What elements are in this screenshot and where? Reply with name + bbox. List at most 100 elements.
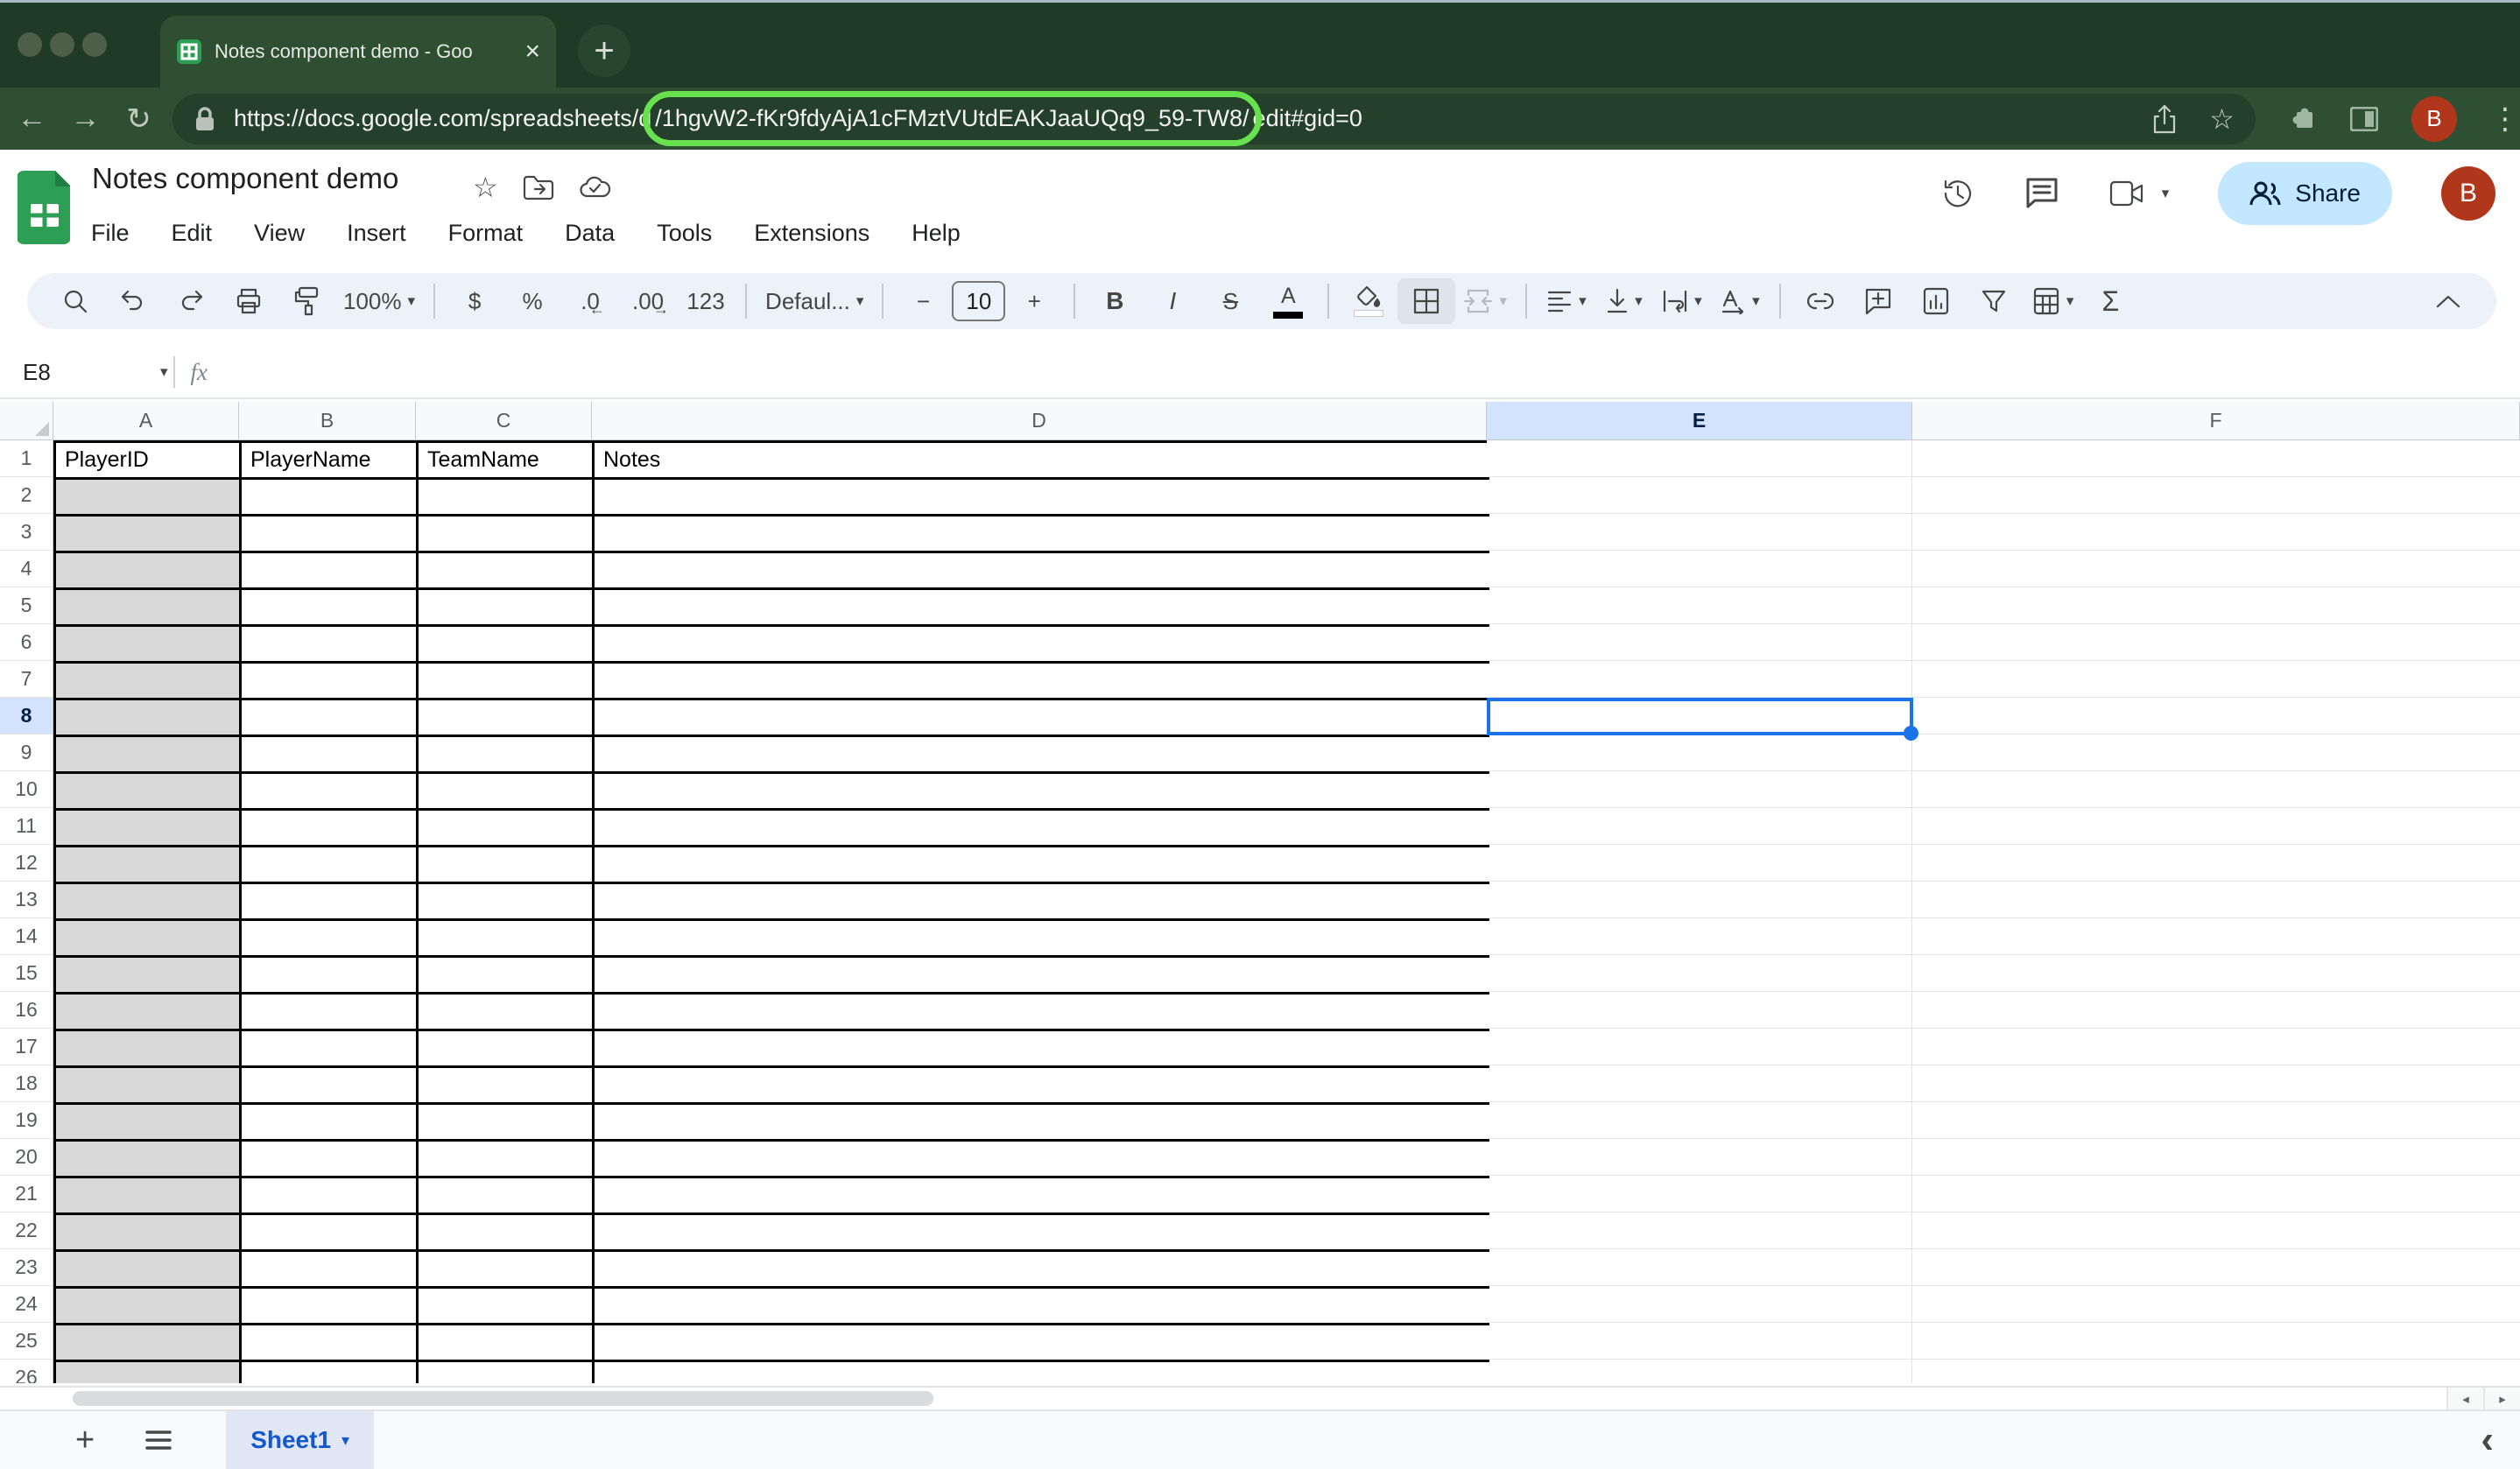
horizontal-scrollbar[interactable]: ◂ ▸ xyxy=(0,1386,2520,1411)
new-tab-button[interactable]: + xyxy=(578,25,630,77)
select-all-corner[interactable] xyxy=(0,402,53,440)
decrease-font-size-button[interactable]: − xyxy=(894,278,952,324)
cell-B1[interactable]: PlayerName xyxy=(242,443,419,480)
cell-D20[interactable] xyxy=(595,1142,1489,1178)
print-button[interactable] xyxy=(220,278,278,324)
cell-A20[interactable] xyxy=(56,1142,242,1178)
cell-B6[interactable] xyxy=(242,627,419,664)
row-header-26[interactable]: 26 xyxy=(0,1360,53,1383)
traffic-light-minimize[interactable] xyxy=(50,32,74,57)
cell-A21[interactable] xyxy=(56,1178,242,1215)
cell-A6[interactable] xyxy=(56,627,242,664)
cell-C20[interactable] xyxy=(419,1142,595,1178)
column-header-C[interactable]: C xyxy=(416,402,592,440)
format-currency-button[interactable]: $ xyxy=(446,278,503,324)
cell-B9[interactable] xyxy=(242,737,419,774)
browser-profile-avatar[interactable]: B xyxy=(2411,96,2457,142)
row-header-15[interactable]: 15 xyxy=(0,955,53,992)
cell-D10[interactable] xyxy=(595,774,1489,811)
row-header-11[interactable]: 11 xyxy=(0,808,53,845)
cell-B7[interactable] xyxy=(242,664,419,700)
cell-B16[interactable] xyxy=(242,995,419,1031)
font-size-input[interactable]: 10 xyxy=(952,281,1005,321)
insert-comment-button[interactable] xyxy=(1849,278,1907,324)
row-header-5[interactable]: 5 xyxy=(0,587,53,624)
fill-handle[interactable] xyxy=(1904,726,1918,741)
cell-A4[interactable] xyxy=(56,553,242,590)
undo-button[interactable] xyxy=(104,278,162,324)
name-box[interactable]: E8 xyxy=(0,359,154,386)
cell-A15[interactable] xyxy=(56,958,242,995)
cell-B23[interactable] xyxy=(242,1252,419,1289)
cell-A7[interactable] xyxy=(56,664,242,700)
row-header-3[interactable]: 3 xyxy=(0,514,53,551)
create-filter-button[interactable] xyxy=(1965,278,2023,324)
reload-icon[interactable]: ↻ xyxy=(112,102,165,137)
cell-B2[interactable] xyxy=(242,480,419,517)
scroll-left-button[interactable]: ◂ xyxy=(2446,1388,2483,1409)
cell-C13[interactable] xyxy=(419,884,595,921)
cell-C5[interactable] xyxy=(419,590,595,627)
cell-C10[interactable] xyxy=(419,774,595,811)
strikethrough-button[interactable]: S xyxy=(1201,278,1259,324)
cell-C21[interactable] xyxy=(419,1178,595,1215)
row-header-7[interactable]: 7 xyxy=(0,661,53,698)
insert-chart-button[interactable] xyxy=(1907,278,1965,324)
share-button[interactable]: Share xyxy=(2218,162,2392,225)
cell-A11[interactable] xyxy=(56,811,242,847)
menu-edit[interactable]: Edit xyxy=(168,214,216,252)
cell-C15[interactable] xyxy=(419,958,595,995)
row-header-18[interactable]: 18 xyxy=(0,1065,53,1102)
tab-close-icon[interactable]: × xyxy=(524,39,540,65)
selected-cell-E8[interactable] xyxy=(1487,698,1913,735)
table-views-button[interactable]: ▾ xyxy=(2023,278,2082,324)
cell-D6[interactable] xyxy=(595,627,1489,664)
cell-D17[interactable] xyxy=(595,1031,1489,1068)
share-page-icon[interactable] xyxy=(2151,104,2178,134)
spreadsheet-grid[interactable]: ABCDEF1234567891011121314151617181920212… xyxy=(0,402,2520,1383)
cell-C12[interactable] xyxy=(419,847,595,884)
cell-D14[interactable] xyxy=(595,921,1489,958)
text-wrap-button[interactable]: ▾ xyxy=(1653,278,1711,324)
cell-D23[interactable] xyxy=(595,1252,1489,1289)
name-box-caret-icon[interactable]: ▾ xyxy=(160,363,168,381)
redo-button[interactable] xyxy=(162,278,220,324)
cell-C4[interactable] xyxy=(419,553,595,590)
cell-B12[interactable] xyxy=(242,847,419,884)
cell-A18[interactable] xyxy=(56,1068,242,1105)
back-icon[interactable]: ← xyxy=(5,102,59,136)
cell-C26[interactable] xyxy=(419,1362,595,1383)
cell-C9[interactable] xyxy=(419,737,595,774)
insert-link-button[interactable] xyxy=(1791,278,1849,324)
star-document-icon[interactable]: ☆ xyxy=(473,171,498,204)
cell-C7[interactable] xyxy=(419,664,595,700)
column-header-F[interactable]: F xyxy=(1912,402,2520,440)
side-panel-icon[interactable] xyxy=(2350,107,2378,131)
cloud-saved-icon[interactable] xyxy=(579,175,612,200)
extensions-puzzle-icon[interactable] xyxy=(2291,106,2317,132)
scrollbar-thumb[interactable] xyxy=(73,1391,933,1406)
cell-C19[interactable] xyxy=(419,1105,595,1142)
row-header-21[interactable]: 21 xyxy=(0,1176,53,1212)
cell-D16[interactable] xyxy=(595,995,1489,1031)
move-folder-icon[interactable] xyxy=(523,174,554,200)
cell-D12[interactable] xyxy=(595,847,1489,884)
browser-tab[interactable]: Notes component demo - Goo × xyxy=(160,16,556,88)
menu-insert[interactable]: Insert xyxy=(343,214,410,252)
row-header-19[interactable]: 19 xyxy=(0,1102,53,1139)
cell-B26[interactable] xyxy=(242,1362,419,1383)
cell-D9[interactable] xyxy=(595,737,1489,774)
row-header-17[interactable]: 17 xyxy=(0,1029,53,1065)
cell-B13[interactable] xyxy=(242,884,419,921)
cell-D24[interactable] xyxy=(595,1289,1489,1325)
cell-C24[interactable] xyxy=(419,1289,595,1325)
cell-B18[interactable] xyxy=(242,1068,419,1105)
cell-C25[interactable] xyxy=(419,1325,595,1362)
cell-B4[interactable] xyxy=(242,553,419,590)
traffic-light-zoom[interactable] xyxy=(82,32,107,57)
menu-file[interactable]: File xyxy=(88,214,133,252)
row-header-23[interactable]: 23 xyxy=(0,1249,53,1286)
add-sheet-button[interactable]: + xyxy=(75,1422,95,1459)
cell-A5[interactable] xyxy=(56,590,242,627)
cell-A1[interactable]: PlayerID xyxy=(56,443,242,480)
